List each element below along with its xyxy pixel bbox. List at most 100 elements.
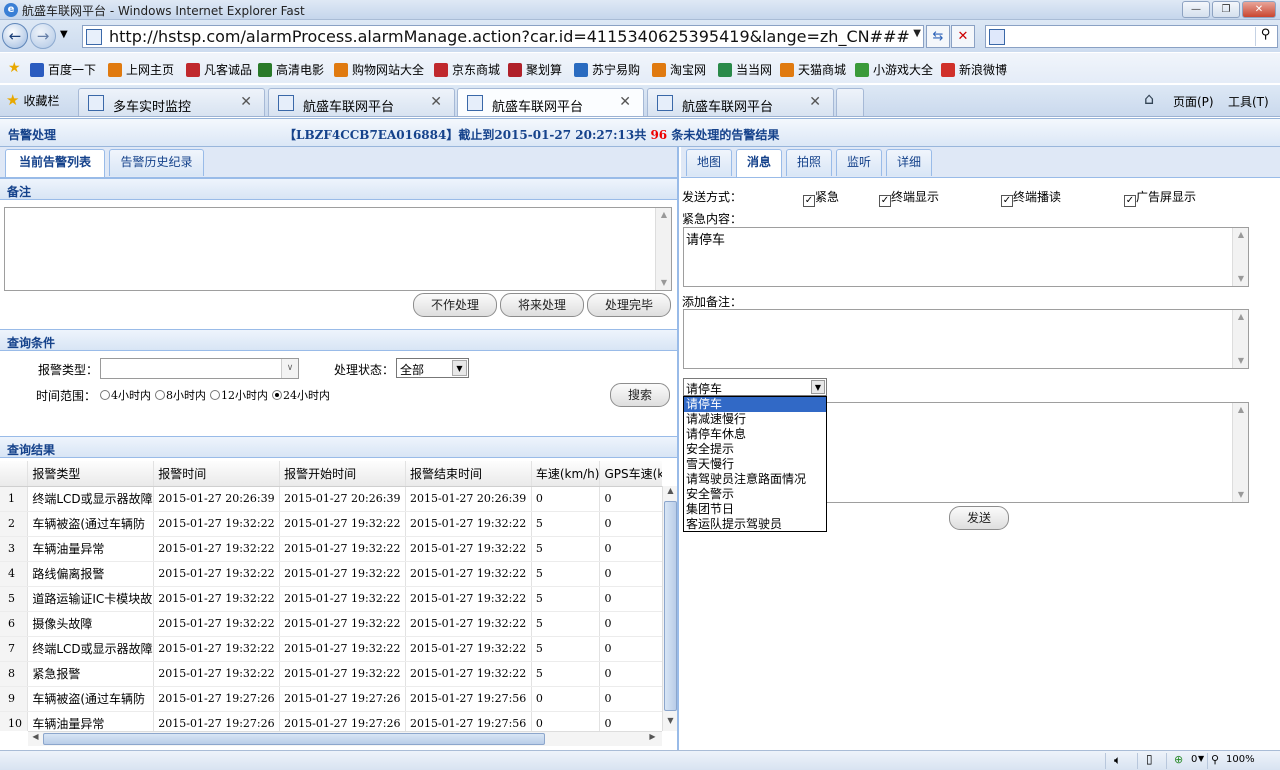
sound-icon[interactable]: 🔈︎ [1114, 753, 1121, 768]
time-range-radio[interactable]: 12小时内 [210, 387, 268, 403]
radio-icon[interactable] [155, 390, 165, 400]
handle-done-button[interactable]: 处理完毕 [587, 293, 671, 317]
tab-current-alarms[interactable]: 当前告警列表 [5, 149, 105, 177]
table-row[interactable]: 9 车辆被盗(通过车辆防 2015-01-27 19:27:26 2015-01-27… [0, 686, 662, 712]
browser-tab[interactable]: 航盛车联网平台 ✕ [457, 88, 644, 116]
zoom-level[interactable]: 100% [1226, 754, 1255, 765]
favorite-link[interactable]: 天猫商城 [780, 61, 846, 78]
favorite-link[interactable]: 苏宁易购 [574, 61, 640, 78]
dropdown-arrow-icon[interactable]: ▼ [452, 360, 467, 376]
dropdown-option[interactable]: 安全提示 [684, 442, 826, 457]
table-row[interactable]: 7 终端LCD或显示器故障 2015-01-27 19:32:22 2015-01-2… [0, 636, 662, 662]
refresh-button[interactable]: ⇆ [926, 25, 950, 48]
favorite-link[interactable]: 聚划算 [508, 61, 562, 78]
minimize-button[interactable]: — [1182, 1, 1210, 18]
address-bar[interactable]: http://hstsp.com/alarmProcess.alarmManag… [82, 25, 924, 48]
tools-menu[interactable]: 工具(T) [1228, 93, 1269, 110]
add-favorite-icon[interactable]: ★ [8, 60, 21, 76]
column-header[interactable]: 报警类型 [27, 461, 155, 487]
select-arrow-icon[interactable]: ▼ [811, 380, 825, 394]
close-tab-icon[interactable]: ✕ [619, 94, 631, 110]
favorite-link[interactable]: 上网主页 [108, 61, 174, 78]
results-horizontal-scrollbar[interactable]: ◀ ▶ [28, 731, 662, 746]
table-row[interactable]: 2 车辆被盗(通过车辆防 2015-01-27 19:32:22 2015-01-27… [0, 511, 662, 537]
status-select[interactable]: 全部 ▼ [396, 358, 469, 378]
tab-photo[interactable]: 拍照 [786, 149, 832, 176]
checkbox-checked-icon[interactable]: ✓ [1001, 195, 1013, 207]
page-menu[interactable]: 页面(P) [1173, 93, 1214, 110]
send-mode-checkbox[interactable]: ✓ 终端播读 [1001, 188, 1061, 207]
time-range-radio[interactable]: 4小时内 [100, 387, 151, 403]
send-mode-checkbox[interactable]: ✓ 紧急 [803, 188, 839, 207]
checkbox-checked-icon[interactable]: ✓ [879, 195, 891, 207]
urgent-content-text[interactable]: 请停车 [686, 229, 725, 248]
favorite-link[interactable]: 小游戏大全 [855, 61, 933, 78]
scroll-thumb[interactable] [664, 501, 677, 711]
favorite-link[interactable]: 高清电影 [258, 61, 324, 78]
table-row[interactable]: 3 车辆油量异常 2015-01-27 19:32:22 2015-01-27 19:… [0, 536, 662, 562]
urgent-content-textarea[interactable]: 请停车 ▲ ▼ [683, 227, 1249, 287]
page-view-icon[interactable]: ▯ [1146, 752, 1153, 766]
column-header[interactable]: 车速(km/h) [531, 461, 601, 487]
scroll-up-icon[interactable]: ▲ [663, 486, 678, 501]
checkbox-checked-icon[interactable]: ✓ [1124, 195, 1136, 207]
preset-message-select[interactable]: 请停车 ▼ [683, 378, 827, 396]
history-dropdown-icon[interactable]: ▼ [60, 29, 68, 40]
zone-dropdown-icon[interactable]: ▼ [1198, 754, 1204, 763]
table-row[interactable]: 4 路线偏离报警 2015-01-27 19:32:22 2015-01-27 19:… [0, 561, 662, 587]
search-box[interactable]: ⚲ [985, 25, 1278, 48]
radio-icon[interactable] [210, 390, 220, 400]
forward-button[interactable]: → [30, 23, 56, 49]
remarks-scrollbar[interactable]: ▲ ▼ [655, 208, 671, 290]
address-url[interactable]: http://hstsp.com/alarmProcess.alarmManag… [109, 27, 910, 46]
table-row[interactable]: 5 道路运输证IC卡模块故 2015-01-27 19:32:22 2015-01-2… [0, 586, 662, 612]
favorite-link[interactable]: 当当网 [718, 61, 772, 78]
dropdown-option[interactable]: 请减速慢行 [684, 412, 826, 427]
chevron-down-icon[interactable]: ∨ [281, 359, 298, 378]
time-range-radio[interactable]: 8小时内 [155, 387, 206, 403]
alarm-type-select[interactable]: ∨ [100, 358, 299, 379]
new-tab-button[interactable] [836, 88, 864, 116]
browser-tab[interactable]: 多车实时监控 ✕ [78, 88, 265, 116]
remark-scrollbar[interactable]: ▲ ▼ [1232, 310, 1248, 368]
browser-tab[interactable]: 航盛车联网平台 ✕ [268, 88, 455, 116]
favorites-button[interactable]: ★ 收藏栏 [6, 91, 59, 109]
close-window-button[interactable]: ✕ [1242, 1, 1276, 18]
tab-alarm-history[interactable]: 告警历史纪录 [109, 149, 204, 176]
horizontal-scroll-thumb[interactable] [43, 733, 545, 745]
urgent-scrollbar[interactable]: ▲ ▼ [1232, 228, 1248, 286]
remarks-textarea[interactable]: ▲ ▼ [4, 207, 672, 291]
column-header[interactable]: 报警开始时间 [279, 461, 406, 487]
send-mode-checkbox[interactable]: ✓ 终端显示 [879, 188, 939, 207]
send-button[interactable]: 发送 [949, 506, 1009, 530]
maximize-button[interactable]: ❐ [1212, 1, 1240, 18]
column-header[interactable]: GPS车速(km/h) [599, 461, 662, 487]
search-icon[interactable]: ⚲ [1255, 27, 1275, 46]
favorite-link[interactable]: 购物网站大全 [334, 61, 424, 78]
time-range-radio[interactable]: 24小时内 [272, 387, 330, 403]
close-tab-icon[interactable]: ✕ [430, 94, 442, 110]
stop-button[interactable]: ✕ [951, 25, 975, 48]
column-header[interactable]: 报警结束时间 [405, 461, 532, 487]
close-tab-icon[interactable]: ✕ [240, 94, 252, 110]
home-icon[interactable]: ⌂ [1144, 89, 1154, 108]
favorite-link[interactable]: 京东商城 [434, 61, 500, 78]
back-button[interactable]: ← [2, 23, 28, 49]
results-vertical-scrollbar[interactable]: ▲ ▼ [662, 486, 677, 731]
address-dropdown-icon[interactable]: ▼ [913, 28, 921, 39]
scroll-left-icon[interactable]: ◀ [28, 732, 43, 746]
scroll-down-icon[interactable]: ▼ [663, 716, 678, 731]
radio-icon[interactable] [272, 390, 282, 400]
dropdown-option[interactable]: 安全警示 [684, 487, 826, 502]
dropdown-option[interactable]: 雪天慢行 [684, 457, 826, 472]
close-tab-icon[interactable]: ✕ [809, 94, 821, 110]
radio-icon[interactable] [100, 390, 110, 400]
table-row[interactable]: 1 终端LCD或显示器故障 2015-01-27 20:26:39 2015-01-2… [0, 486, 662, 512]
send-mode-checkbox[interactable]: ✓ 广告屏显示 [1124, 188, 1196, 207]
favorite-link[interactable]: 新浪微博 [941, 61, 1007, 78]
table-row[interactable]: 8 紧急报警 2015-01-27 19:32:22 2015-01-27 19:32… [0, 661, 662, 687]
favorite-link[interactable]: 淘宝网 [652, 61, 706, 78]
handle-later-button[interactable]: 将来处理 [500, 293, 584, 317]
message-scrollbar[interactable]: ▲ ▼ [1232, 403, 1248, 502]
tab-map[interactable]: 地图 [686, 149, 732, 176]
